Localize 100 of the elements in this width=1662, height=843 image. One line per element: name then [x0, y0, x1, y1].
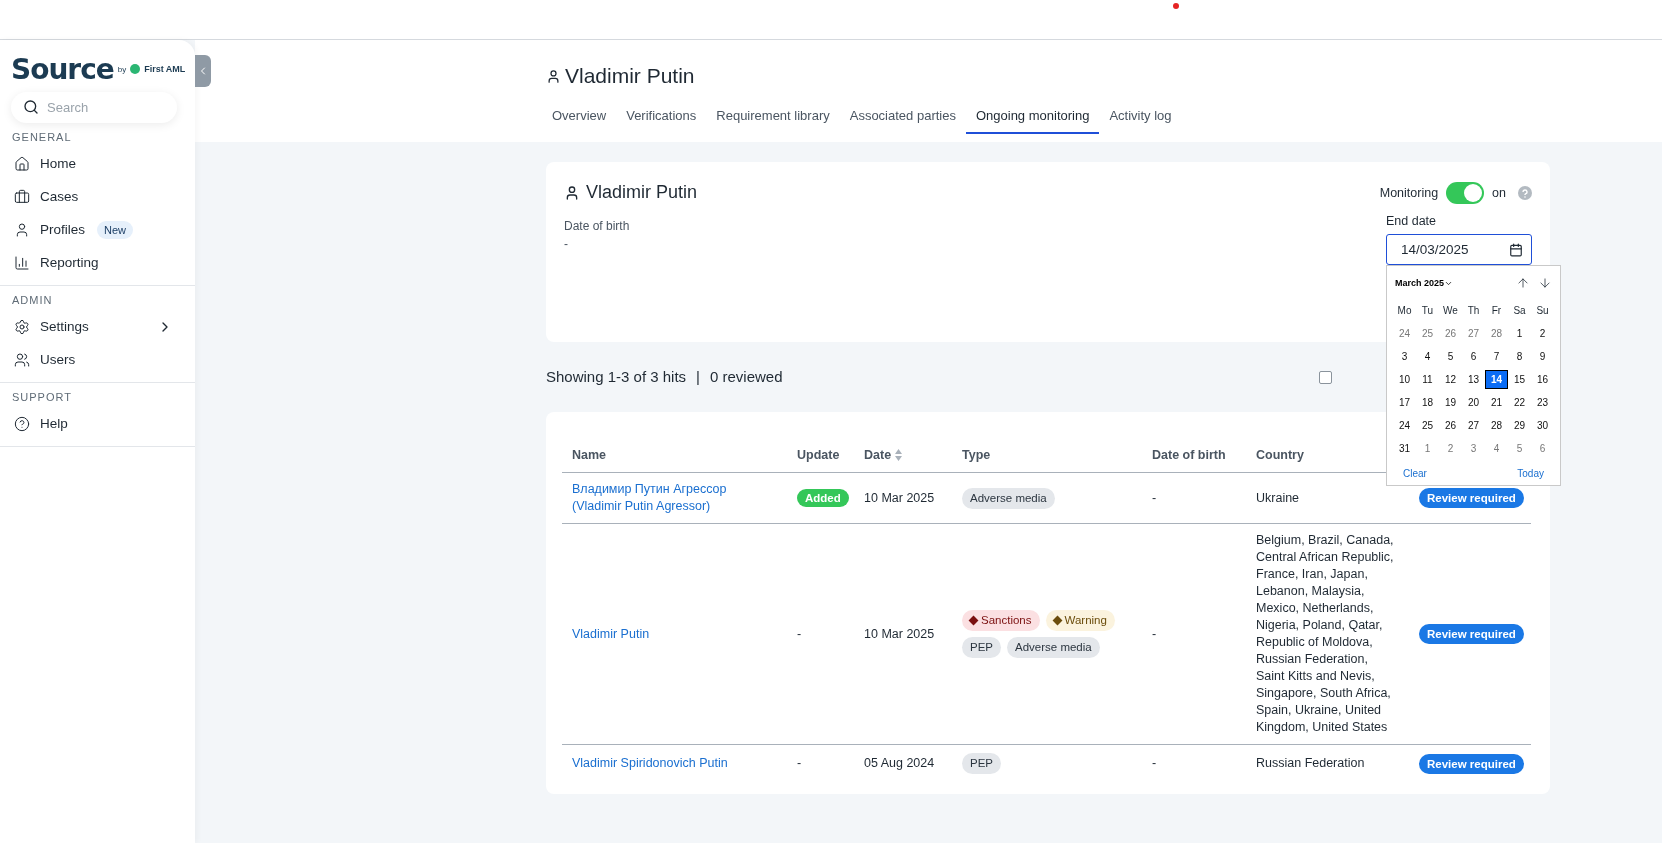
calendar-day[interactable]: 2	[1439, 439, 1462, 458]
type-tag: PEP	[962, 753, 1001, 774]
calendar-day[interactable]: 16	[1531, 370, 1554, 389]
calendar-day[interactable]: 4	[1416, 347, 1439, 366]
nav-item[interactable]: Home	[0, 147, 195, 180]
calendar-day[interactable]: 17	[1393, 393, 1416, 412]
calendar-day[interactable]: 15	[1508, 370, 1531, 389]
calendar-day[interactable]: 23	[1531, 393, 1554, 412]
calendar-day[interactable]: 4	[1485, 439, 1508, 458]
calendar-day[interactable]: 25	[1416, 324, 1439, 343]
help-icon[interactable]	[1518, 186, 1532, 200]
field-label: Date of birth	[564, 219, 631, 233]
reviewed-count: 0 reviewed	[710, 368, 783, 385]
calendar-day[interactable]: 9	[1531, 347, 1554, 366]
calendar-day[interactable]: 1	[1508, 324, 1531, 343]
person-icon	[564, 184, 580, 201]
nav-item[interactable]: Cases	[0, 180, 195, 213]
dob-text: -	[1152, 626, 1157, 641]
hits-count: Showing 1-3 of 3 hits	[546, 368, 687, 385]
section-title: ADMIN	[11, 294, 54, 308]
calendar-day[interactable]: 28	[1485, 324, 1508, 343]
weekday-label: Su	[1535, 304, 1550, 318]
calendar-day[interactable]: 8	[1508, 347, 1531, 366]
type-tag: PEP	[962, 637, 1001, 658]
logo-name: Source	[11, 52, 114, 86]
tab[interactable]: Ongoing monitoring	[965, 102, 1100, 134]
calendar-day[interactable]: 26	[1439, 324, 1462, 343]
calendar-day[interactable]: 25	[1416, 416, 1439, 435]
calendar-day[interactable]: 31	[1393, 439, 1416, 458]
calendar-day[interactable]: 27	[1462, 324, 1485, 343]
calendar-day[interactable]: 24	[1393, 416, 1416, 435]
end-date-label: End date	[1386, 214, 1438, 228]
column-header: Name	[572, 448, 607, 462]
calendar-day[interactable]: 21	[1485, 393, 1508, 412]
calendar-day[interactable]: 27	[1462, 416, 1485, 435]
hit-name-link[interactable]: Владимир Путин Агрессор (Vladimir Putin Agressor)	[572, 481, 777, 515]
calendar-day[interactable]: 2	[1531, 324, 1554, 343]
tab[interactable]: Associated parties	[839, 102, 966, 134]
date-text: 05 Aug 2024	[864, 756, 935, 770]
person-icon	[546, 68, 561, 84]
settings-icon	[14, 318, 30, 335]
calendar-day[interactable]: 11	[1416, 370, 1439, 389]
calendar-day[interactable]: 5	[1439, 347, 1462, 366]
review-button[interactable]: Review required	[1419, 488, 1524, 508]
collapse-button[interactable]	[195, 55, 211, 87]
calendar-day[interactable]: 14	[1485, 370, 1508, 389]
calendar-day[interactable]: 5	[1508, 439, 1531, 458]
update-badge: Added	[797, 488, 849, 507]
checkbox[interactable]	[1319, 370, 1332, 384]
tab[interactable]: Verifications	[616, 102, 707, 134]
calendar-day[interactable]: 24	[1393, 324, 1416, 343]
person-icon	[14, 221, 30, 238]
nav-item[interactable]: Help	[0, 407, 195, 440]
page-title: Vladimir Putin	[565, 64, 695, 88]
help-icon	[14, 415, 30, 432]
tab[interactable]: Activity log	[1099, 102, 1182, 134]
calendar-day[interactable]: 10	[1393, 370, 1416, 389]
update-text: -	[797, 756, 802, 770]
calendar-day[interactable]: 22	[1508, 393, 1531, 412]
weekday-label: Fr	[1490, 304, 1503, 318]
calendar-day[interactable]: 3	[1462, 439, 1485, 458]
weekday-label: Mo	[1396, 304, 1413, 318]
nav-item[interactable]: Profiles New	[0, 213, 195, 246]
calendar-day[interactable]: 20	[1462, 393, 1485, 412]
month-select[interactable]: March 2025	[1395, 278, 1454, 288]
calendar-day[interactable]: 3	[1393, 347, 1416, 366]
monitoring-toggle[interactable]	[1446, 182, 1485, 204]
arrow-down-icon[interactable]	[1538, 276, 1552, 290]
calendar-day[interactable]: 12	[1439, 370, 1462, 389]
calendar-day[interactable]: 6	[1531, 439, 1554, 458]
column-header[interactable]: Date	[864, 448, 903, 462]
column-header: Date of birth	[1152, 448, 1226, 462]
nav-item[interactable]: Settings	[0, 310, 195, 343]
calendar-day[interactable]: 29	[1508, 416, 1531, 435]
arrow-up-icon[interactable]	[1516, 276, 1530, 290]
nav-item[interactable]: Reporting	[0, 246, 195, 279]
calendar-day[interactable]: 6	[1462, 347, 1485, 366]
review-button[interactable]: Review required	[1419, 753, 1524, 774]
hit-name-link[interactable]: Vladimir Spiridonovich Putin	[572, 755, 777, 772]
calendar-day[interactable]: 1	[1416, 439, 1439, 458]
end-date-field[interactable]: 14/03/2025	[1386, 234, 1532, 265]
column-header: Country	[1256, 448, 1304, 462]
field-value: -	[564, 237, 569, 251]
calendar-day[interactable]: 28	[1485, 416, 1508, 435]
calendar-day[interactable]: 30	[1531, 416, 1554, 435]
alert-icon	[1052, 615, 1062, 626]
calendar-day[interactable]: 19	[1439, 393, 1462, 412]
search-field[interactable]: Search	[11, 92, 177, 123]
clear-button[interactable]: Clear	[1403, 468, 1427, 479]
calendar-day[interactable]: 18	[1416, 393, 1439, 412]
review-button[interactable]: Review required	[1419, 624, 1524, 644]
hit-name-link[interactable]: Vladimir Putin	[572, 625, 777, 643]
calendar-day[interactable]: 7	[1485, 347, 1508, 366]
weekday-label: Sa	[1512, 304, 1527, 318]
calendar-day[interactable]: 13	[1462, 370, 1485, 389]
today-button[interactable]: Today	[1517, 468, 1544, 479]
tab[interactable]: Overview	[542, 102, 617, 134]
nav-item[interactable]: Users	[0, 343, 195, 376]
tab[interactable]: Requirement library	[706, 102, 840, 134]
calendar-day[interactable]: 26	[1439, 416, 1462, 435]
